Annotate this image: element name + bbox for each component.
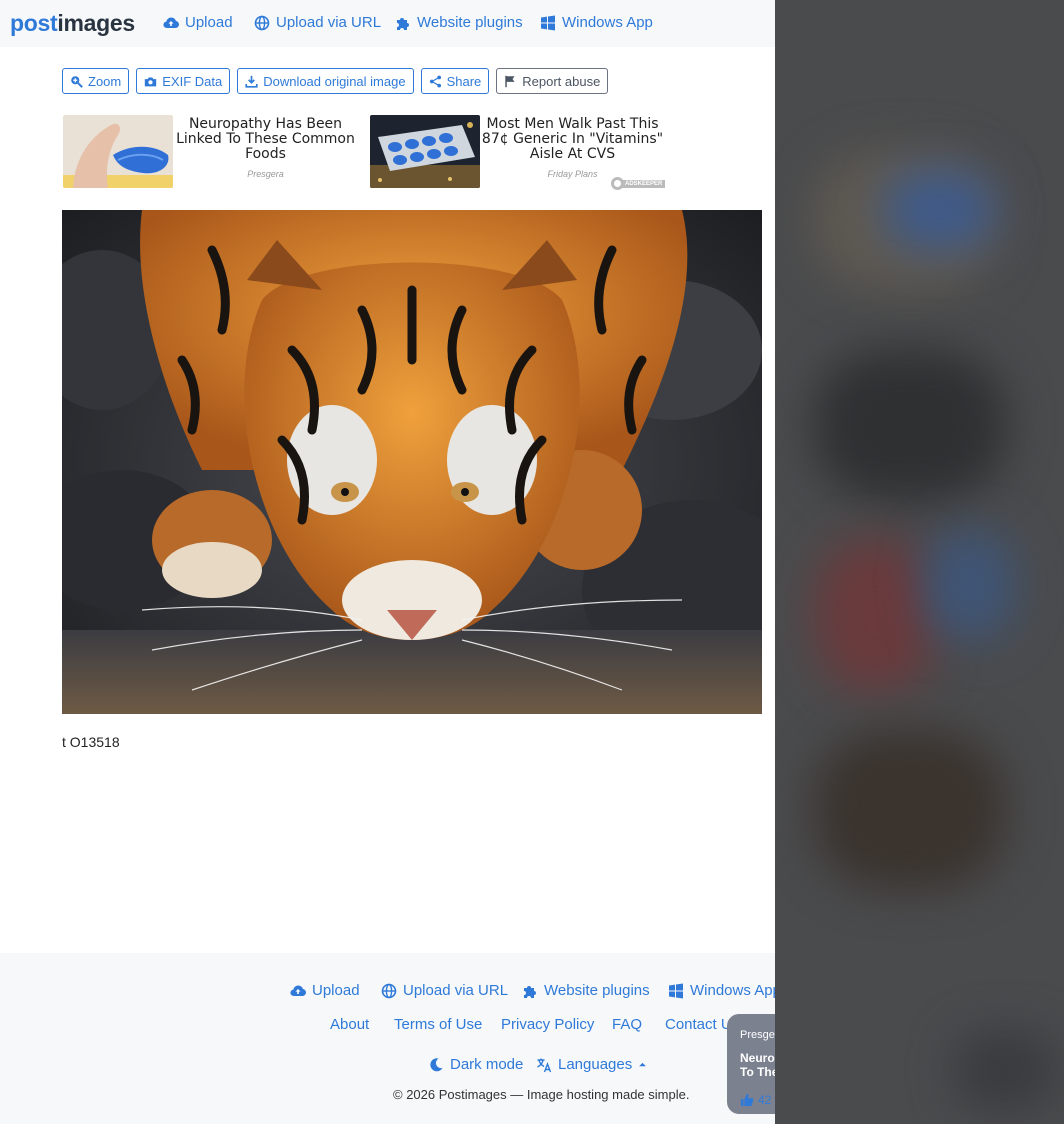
flag-icon [505, 75, 515, 87]
nav-windows-app[interactable]: Windows App [540, 14, 653, 31]
footer-nav-windows-app-label: Windows App [690, 982, 781, 999]
nav-upload[interactable]: Upload [163, 14, 233, 31]
footer-nav-upload-label: Upload [312, 982, 360, 999]
share-button-label: Share [446, 73, 482, 89]
blurred-overlay-panel [775, 0, 1064, 1124]
blurred-thumb-3 [815, 540, 935, 690]
thumbs-up-icon [740, 1093, 754, 1107]
popup-likes-count: 42 [758, 1093, 772, 1107]
popup-title: Neuro To The [740, 1051, 775, 1079]
blurred-thumb-1-accent [885, 170, 995, 250]
image-toolbar: Zoom EXIF Data Download original image S… [62, 68, 609, 94]
camera-icon [145, 76, 157, 86]
footer-nav-upload-url[interactable]: Upload via URL [381, 982, 508, 999]
dark-mode-toggle[interactable]: Dark mode [428, 1056, 523, 1073]
moon-icon [430, 1057, 443, 1071]
footer-link-privacy[interactable]: Privacy Policy [501, 1016, 594, 1033]
report-abuse-label: Report abuse [522, 73, 601, 89]
footer-link-terms-label: Terms of Use [394, 1016, 483, 1033]
globe-icon [381, 983, 397, 998]
zoom-in-icon [71, 75, 83, 88]
caret-up-icon [639, 1062, 647, 1067]
share-icon [429, 75, 441, 87]
languages-dropdown[interactable]: Languages [536, 1056, 647, 1073]
ad-neuropathy-source: Presgera [247, 169, 284, 179]
main-image-tiger[interactable] [62, 210, 762, 714]
puzzle-icon [397, 17, 409, 30]
nav-windows-app-label: Windows App [562, 14, 653, 31]
footer-nav-website-plugins-label: Website plugins [544, 982, 650, 999]
nav-upload-url-label: Upload via URL [276, 14, 382, 31]
logo-post-text: post [10, 10, 58, 36]
copyright-text: © 2026 Postimages — Image hosting made s… [393, 1087, 690, 1102]
footer-nav-upload-url-label: Upload via URL [403, 982, 509, 999]
download-icon [245, 75, 258, 88]
blurred-thumb-5 [955, 1030, 1055, 1110]
zoom-button-label: Zoom [88, 73, 122, 89]
ad-neuropathy-title: Neuropathy Has Been Linked To These Comm… [176, 116, 355, 162]
nav-upload-label: Upload [185, 14, 233, 31]
adskeeper-label: ADSKEEPER [622, 179, 666, 188]
nav-website-plugins[interactable]: Website plugins [395, 14, 523, 31]
blurred-thumb-4 [815, 730, 1005, 890]
puzzle-icon [524, 985, 536, 998]
adskeeper-badge[interactable]: ADSKEEPER [611, 177, 666, 190]
share-button[interactable]: Share [420, 68, 490, 94]
footer-link-privacy-label: Privacy Policy [501, 1016, 595, 1033]
globe-icon [254, 15, 270, 30]
download-original-button[interactable]: Download original image [237, 68, 414, 94]
languages-label: Languages [558, 1056, 633, 1073]
postimages-logo[interactable]: postimages [10, 10, 135, 37]
zoom-button[interactable]: Zoom [62, 68, 130, 94]
blurred-thumb-2 [815, 350, 1005, 500]
ad-notification-popup[interactable]: Presge Neuro To The 42 [727, 1014, 775, 1114]
dark-mode-label: Dark mode [450, 1056, 524, 1073]
footer-nav-website-plugins[interactable]: Website plugins [522, 982, 650, 999]
report-abuse-button[interactable]: Report abuse [496, 68, 609, 94]
nav-upload-url[interactable]: Upload via URL [254, 14, 381, 31]
footer-link-faq[interactable]: FAQ [612, 1016, 642, 1033]
popup-title-line2: To The [740, 1065, 775, 1079]
download-original-label: Download original image [263, 73, 406, 89]
ad-neuropathy[interactable]: Neuropathy Has Been Linked To These Comm… [63, 115, 358, 188]
image-caption: t O13518 [62, 734, 120, 750]
cloud-upload-icon [163, 17, 179, 28]
footer-nav-windows-app[interactable]: Windows App [668, 982, 781, 999]
windows-icon [541, 15, 555, 30]
popup-source: Presge [740, 1029, 775, 1041]
footer-link-about-label: About [330, 1016, 370, 1033]
popup-title-line1: Neuro [740, 1051, 775, 1065]
footer-link-terms[interactable]: Terms of Use [394, 1016, 482, 1033]
footer-link-contact[interactable]: Contact U [665, 1016, 732, 1033]
ad-pills-image [370, 115, 480, 188]
popup-likes: 42 [740, 1093, 771, 1107]
footer-link-about[interactable]: About [330, 1016, 369, 1033]
windows-icon [669, 983, 683, 998]
cloud-upload-icon [290, 985, 306, 996]
exif-data-button[interactable]: EXIF Data [136, 68, 231, 94]
ad-foot-image [63, 115, 173, 188]
nav-website-plugins-label: Website plugins [417, 14, 523, 31]
translate-icon [537, 1058, 552, 1072]
footer-nav-upload[interactable]: Upload [290, 982, 360, 999]
footer-link-faq-label: FAQ [612, 1016, 643, 1033]
blurred-thumb-3-accent [925, 530, 1015, 640]
footer-link-contact-label: Contact U [665, 1016, 732, 1033]
logo-images-text: images [57, 10, 135, 36]
site-header: postimages Upload Upload via URL Website… [0, 0, 775, 47]
ad-cvs-title: Most Men Walk Past This 87¢ Generic In "… [481, 116, 664, 162]
exif-data-button-label: EXIF Data [162, 73, 223, 89]
